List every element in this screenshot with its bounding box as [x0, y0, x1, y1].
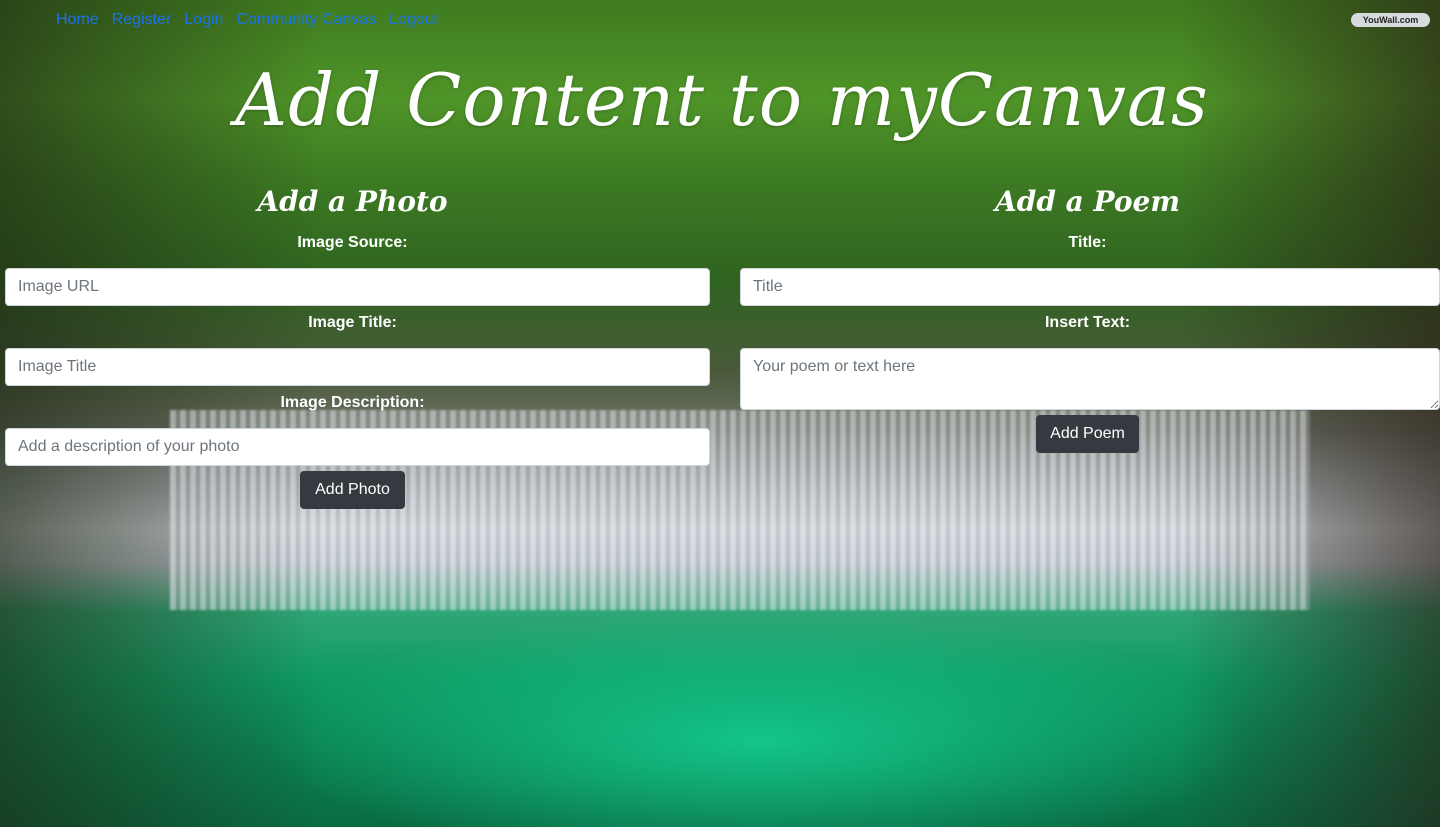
poem-text-input[interactable] — [740, 348, 1440, 410]
nav-link-register[interactable]: Register — [112, 11, 172, 29]
page-title: Add Content to myCanvas — [235, 58, 1209, 142]
add-poem-heading: Add a Poem — [995, 185, 1180, 218]
poem-title-input[interactable] — [740, 268, 1440, 306]
poem-title-label: Title: — [1068, 234, 1107, 251]
add-poem-button[interactable]: Add Poem — [1036, 415, 1139, 453]
top-nav: Home Register Login Community Canvas Log… — [56, 11, 438, 29]
nav-link-home[interactable]: Home — [56, 11, 99, 29]
image-title-label: Image Title: — [308, 314, 397, 331]
nav-link-login[interactable]: Login — [184, 11, 223, 29]
nav-link-logout[interactable]: Logout — [389, 11, 438, 29]
add-photo-heading: Add a Photo — [257, 185, 448, 218]
image-description-input[interactable] — [5, 428, 710, 466]
image-url-input[interactable] — [5, 268, 710, 306]
image-source-label: Image Source: — [297, 234, 408, 251]
nav-link-community-canvas[interactable]: Community Canvas — [236, 11, 376, 29]
image-title-input[interactable] — [5, 348, 710, 386]
insert-text-label: Insert Text: — [1044, 314, 1131, 331]
add-photo-button[interactable]: Add Photo — [300, 471, 405, 509]
image-description-label: Image Description: — [280, 394, 425, 411]
watermark-badge: YouWall.com — [1351, 13, 1430, 27]
